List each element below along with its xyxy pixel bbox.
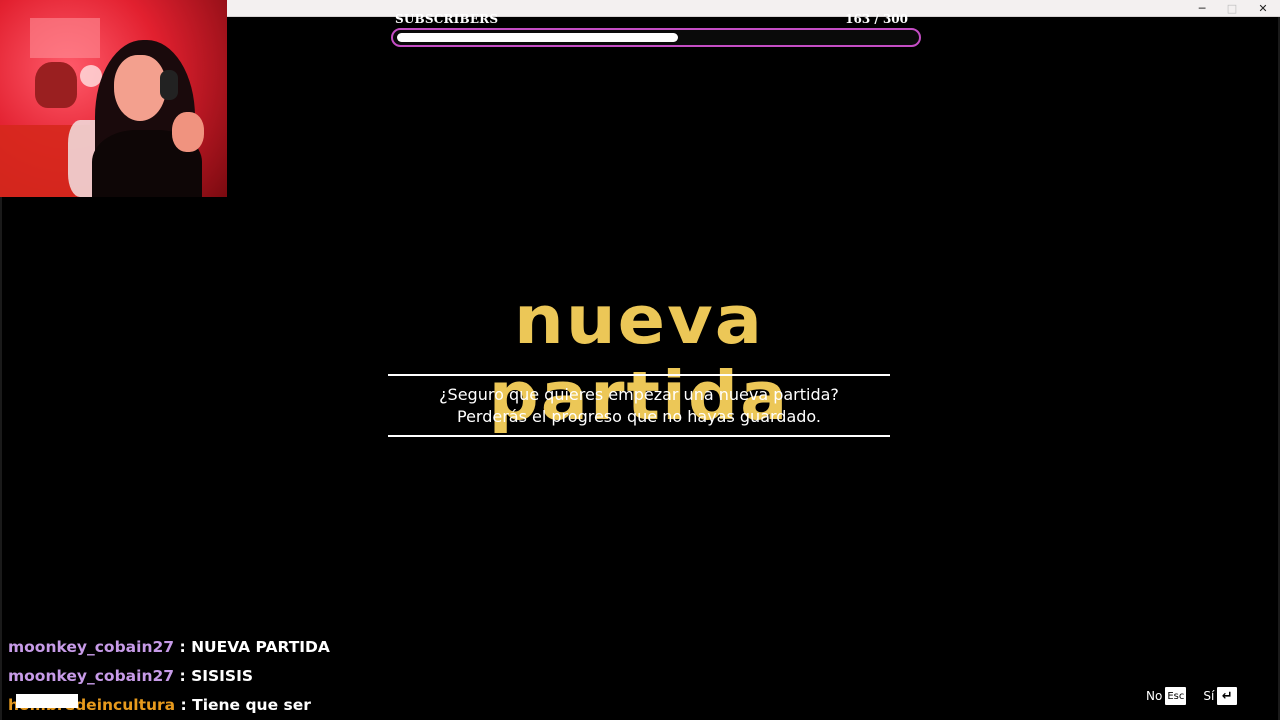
dialog-message: ¿Seguro que quieres empezar una nueva pa… <box>388 384 890 428</box>
chat-username: hombredeincultura <box>8 696 176 714</box>
enter-key-icon[interactable]: ↵ <box>1217 687 1238 705</box>
headset-icon <box>160 70 178 100</box>
chat-separator: : <box>174 667 192 685</box>
subscriber-goal-bar <box>391 28 921 47</box>
subscriber-goal-fill <box>397 33 678 42</box>
webcam-shelf <box>30 18 100 58</box>
dialog-message-line-2: Perderás el progreso que no hayas guarda… <box>457 407 821 426</box>
chat-message: moonkey_cobain27 : NUEVA PARTIDA <box>8 636 330 665</box>
yes-prompt-label: Sí <box>1203 689 1215 703</box>
chat-text: NUEVA PARTIDA <box>191 638 330 656</box>
streamer-face <box>114 55 166 121</box>
webcam-plush-toy <box>35 62 77 108</box>
chat-overlay: moonkey_cobain27 : NUEVA PARTIDA moonkey… <box>8 636 330 720</box>
esc-key-button[interactable]: Esc <box>1165 687 1187 705</box>
close-icon[interactable]: ✕ <box>1248 0 1278 17</box>
subscriber-goal-count: 163 / 300 <box>845 12 908 26</box>
dialog-divider-top <box>388 374 890 376</box>
chat-text: Tiene que ser <box>192 696 311 714</box>
button-prompts: No Esc Sí ↵ <box>1146 687 1238 705</box>
dialog-divider-bottom <box>388 435 890 437</box>
chat-username: moonkey_cobain27 <box>8 638 175 656</box>
chat-text: SISISIS <box>191 667 254 685</box>
subscriber-goal-label: SUBSCRIBERS <box>395 12 499 26</box>
chat-username: moonkey_cobain27 <box>8 667 175 685</box>
chat-message: moonkey_cobain27 : SISISIS <box>8 665 330 694</box>
chat-separator: : <box>174 638 192 656</box>
dialog-message-line-1: ¿Seguro que quieres empezar una nueva pa… <box>439 385 839 404</box>
minimize-icon[interactable]: ─ <box>1187 0 1217 17</box>
chat-separator: : <box>175 696 193 714</box>
maximize-icon[interactable]: □ <box>1217 0 1247 17</box>
chat-message: hombredeincultura : Tiene que ser <box>8 694 330 720</box>
webcam-feed <box>0 0 227 197</box>
streamer-hand <box>172 112 204 152</box>
no-prompt-label: No <box>1146 689 1163 703</box>
